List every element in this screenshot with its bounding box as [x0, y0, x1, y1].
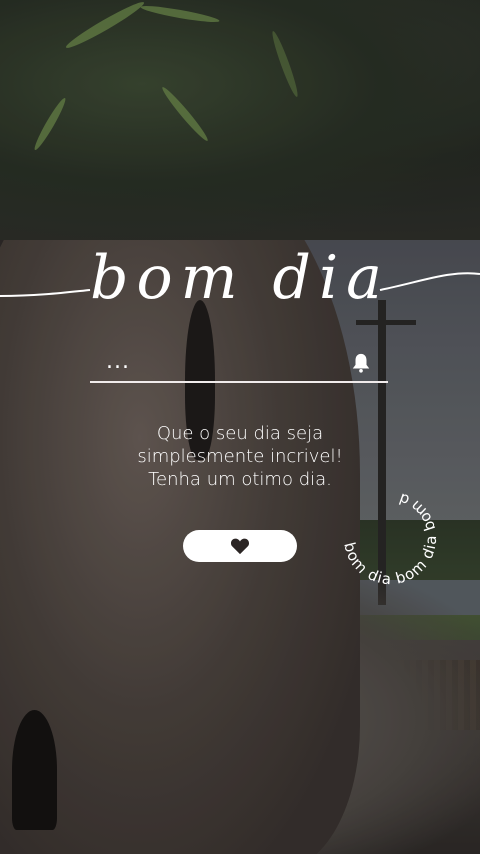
title-flourish-left — [0, 289, 91, 297]
heart-icon — [230, 538, 250, 555]
message-line-2: simplesmente incrivel! — [137, 446, 343, 467]
decorative-dots: ... — [106, 349, 130, 374]
bell-icon[interactable] — [350, 352, 372, 374]
svg-text:bom dia bom dia bom d: bom dia bom dia bom d — [340, 489, 440, 588]
divider-line — [90, 381, 388, 383]
message-line-1: Que o seu dia seja — [156, 423, 324, 444]
title-text: bom dia — [90, 243, 390, 313]
heart-reaction-button[interactable] — [183, 530, 297, 562]
circular-bom-dia-stamp: bom dia bom dia bom d — [340, 489, 440, 588]
title-flourish-right — [379, 272, 480, 291]
script-title: bom dia — [0, 243, 480, 313]
stamp-text: bom dia bom dia bom d — [340, 489, 439, 588]
